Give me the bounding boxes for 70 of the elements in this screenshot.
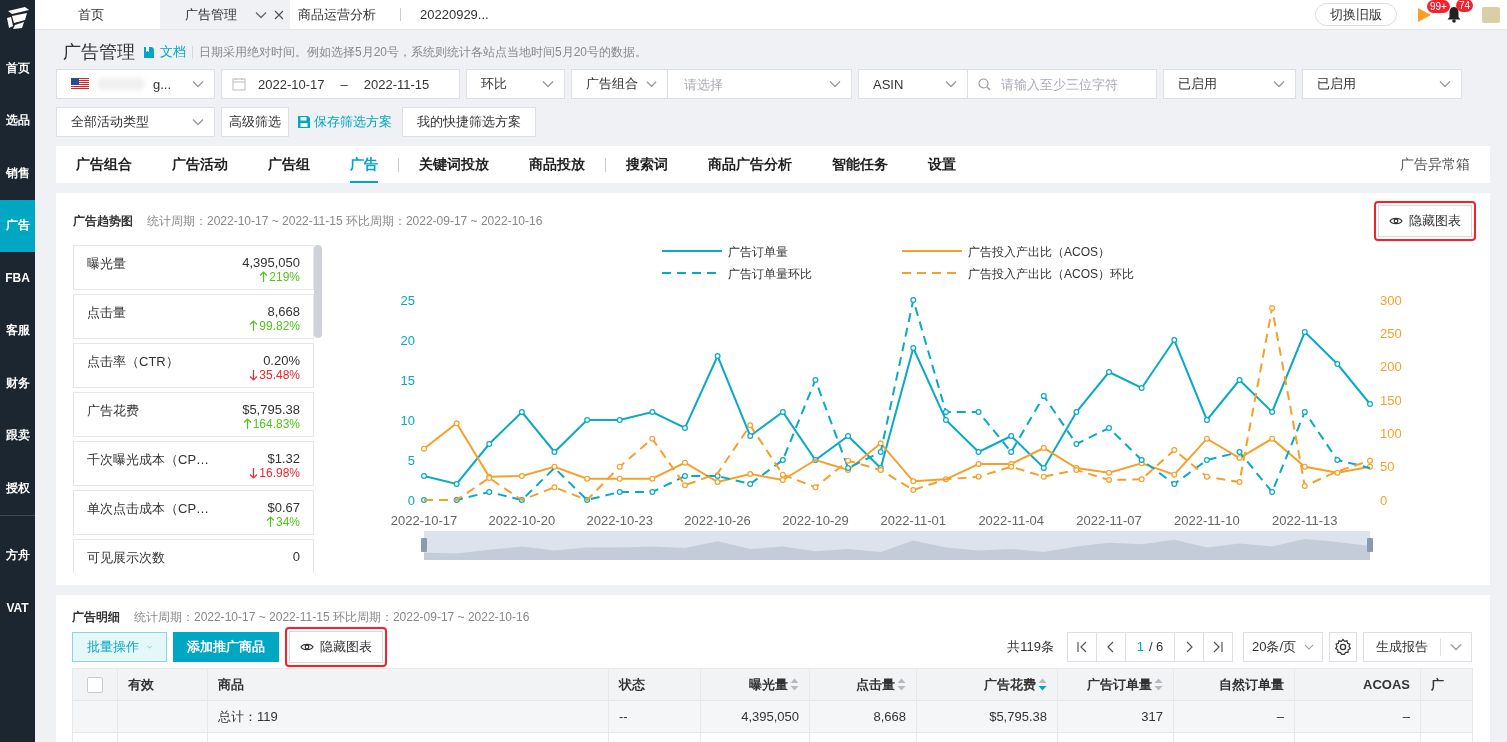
metric-change: 35.48% bbox=[259, 368, 300, 382]
column-header: 有效 bbox=[117, 668, 208, 701]
axis-tick-label: 200 bbox=[1380, 359, 1402, 375]
metric-name: 千次曝光成本（CP… bbox=[87, 451, 210, 469]
period-text: 统计周期：2022-10-17 ~ 2022-11-15 环比周期：2022-09-17 ~ 2022-10-16 bbox=[134, 608, 530, 626]
period-text: 统计周期：2022-10-17 ~ 2022-11-15 环比周期：2022-09-17 ~ 2022-10-16 bbox=[147, 212, 543, 230]
axis-tick-label: 2022-10-20 bbox=[488, 513, 556, 528]
axis-tick-label: 0 bbox=[1380, 492, 1388, 508]
axis-tick-label: 15 bbox=[400, 372, 415, 388]
metric-change: 99.82% bbox=[259, 319, 300, 333]
axis-tick-label: 0 bbox=[407, 492, 415, 508]
axis-tick-label: 2022-10-17 bbox=[390, 513, 458, 528]
metric-value: $1.32 bbox=[267, 451, 300, 466]
axis-tick-label: 250 bbox=[1380, 325, 1402, 341]
page-title: 广告管理 bbox=[63, 41, 135, 64]
metric-change: 16.98% bbox=[259, 466, 300, 480]
metric-name: 曝光量 bbox=[87, 255, 126, 273]
column-header: 自然订单量 bbox=[1173, 668, 1295, 701]
axis-tick-label: 2022-11-13 bbox=[1272, 513, 1338, 528]
date-note: 日期采用绝对时间。例如选择5月20号，系统则统计各站点当地时间5月20号的数据。 bbox=[199, 43, 648, 61]
table-cell: – bbox=[1173, 700, 1295, 733]
notification-badge: 74 bbox=[1456, 0, 1474, 12]
axis-tick-label: 10 bbox=[400, 412, 415, 428]
column-header: 广 bbox=[1420, 668, 1473, 701]
metric-name: 单次点击成本（CP… bbox=[87, 500, 210, 518]
axis-tick-label: 150 bbox=[1380, 392, 1402, 408]
metric-change: 34% bbox=[275, 515, 300, 529]
table-cell: – bbox=[1294, 700, 1421, 733]
metric-value: 8,668 bbox=[267, 304, 300, 319]
metric-value: 0.20% bbox=[263, 353, 300, 368]
legend-label: 广告订单量 bbox=[728, 244, 788, 259]
table-cell: 317 bbox=[1057, 700, 1174, 733]
legend-label: 广告订单量环比 bbox=[728, 266, 812, 281]
axis-tick-label: 300 bbox=[1380, 292, 1402, 308]
axis-tick-label: 50 bbox=[1380, 459, 1395, 475]
axis-tick-label: 2022-10-23 bbox=[586, 513, 653, 528]
axis-tick-label: 25 bbox=[400, 292, 415, 308]
axis-tick-label: 2022-11-01 bbox=[880, 513, 947, 528]
column-header: 商品 bbox=[207, 668, 609, 701]
axis-tick-label: 2022-11-07 bbox=[1076, 513, 1142, 528]
table-cell: $5,795.38 bbox=[916, 700, 1058, 733]
axis-tick-label: 2022-11-10 bbox=[1174, 513, 1240, 528]
metric-name: 可见展示次数 bbox=[87, 549, 165, 567]
table-cell: 8,668 bbox=[809, 700, 917, 733]
axis-tick-label: 100 bbox=[1380, 425, 1402, 441]
column-header: 状态 bbox=[608, 668, 701, 701]
legend-label: 广告投入产出比（ACOS）环比 bbox=[968, 266, 1134, 281]
axis-tick-label: 20 bbox=[400, 332, 415, 348]
notification-badge: 99+ bbox=[1427, 0, 1450, 13]
table-cell: 4,395,050 bbox=[700, 700, 810, 733]
table-cell: -- bbox=[608, 700, 701, 733]
column-header: ACOAS bbox=[1294, 668, 1421, 701]
section-title: 广告趋势图 bbox=[73, 212, 133, 230]
metric-value: $0.67 bbox=[267, 500, 300, 515]
metric-value: $5,795.38 bbox=[242, 402, 300, 417]
section-title: 广告明细 bbox=[72, 608, 120, 626]
metric-change: 164.83% bbox=[252, 417, 300, 431]
metric-name: 点击率（CTR） bbox=[87, 353, 179, 371]
axis-tick-label: 2022-11-04 bbox=[978, 513, 1044, 528]
metric-value: 0 bbox=[292, 549, 300, 564]
axis-tick-label: 5 bbox=[407, 452, 415, 468]
axis-tick-label: 2022-10-26 bbox=[684, 513, 751, 528]
legend-label: 广告投入产出比（ACOS） bbox=[968, 244, 1110, 259]
table-cell: 总计：119 bbox=[207, 700, 609, 733]
metric-value: 4,395,050 bbox=[242, 255, 300, 270]
metric-name: 点击量 bbox=[87, 304, 126, 322]
metric-change: 219% bbox=[269, 270, 300, 284]
total-count: 共119条 bbox=[1007, 637, 1054, 656]
metric-name: 广告花费 bbox=[87, 402, 139, 420]
axis-tick-label: 2022-10-29 bbox=[782, 513, 849, 528]
